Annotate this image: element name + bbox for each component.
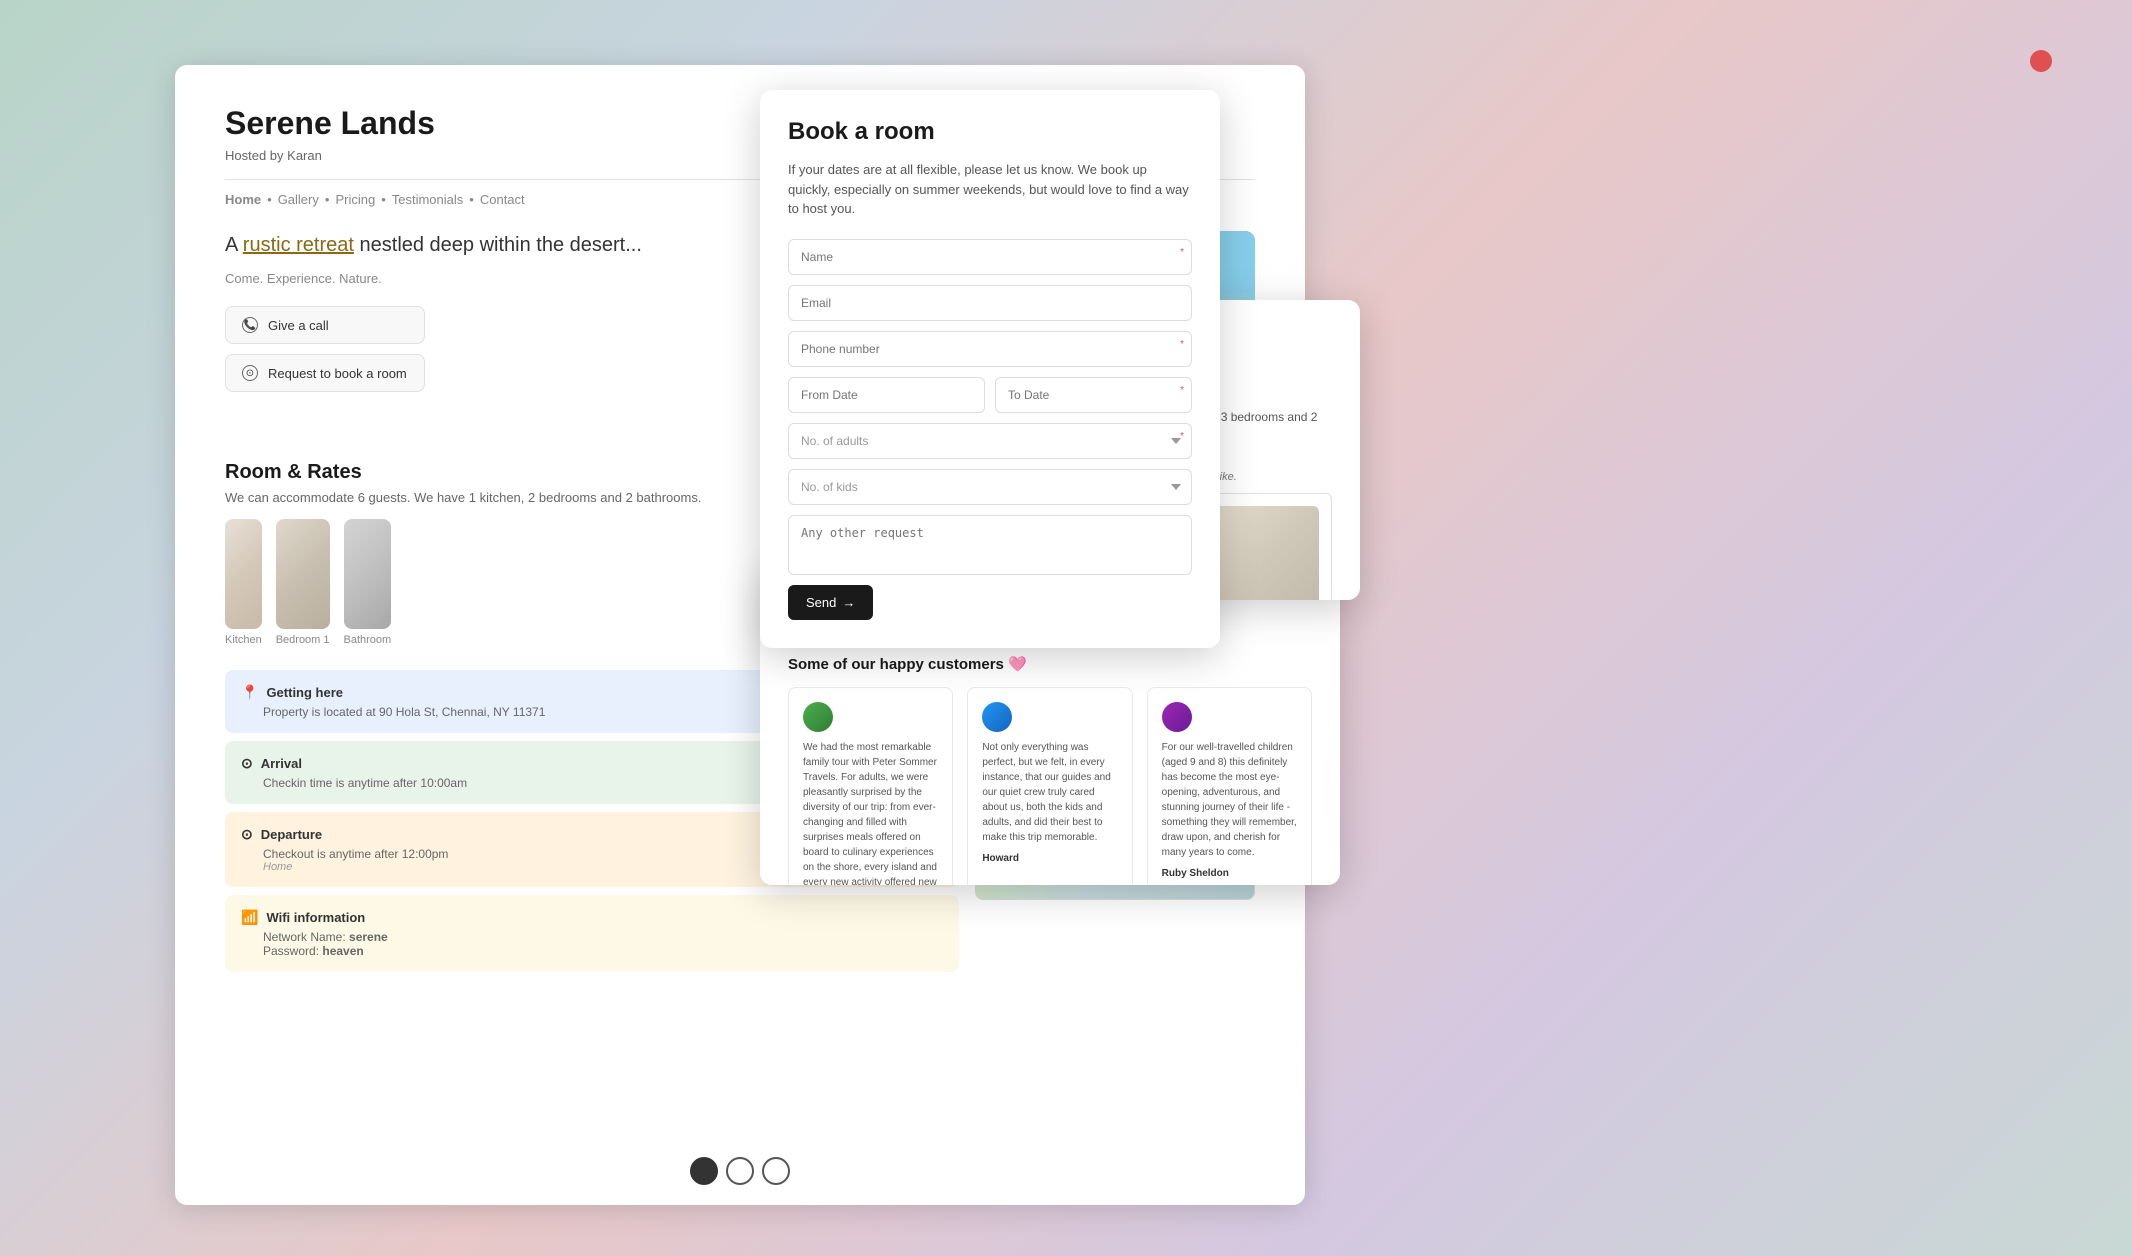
departure-icon: ⊙ [241, 826, 253, 843]
review-text-1: We had the most remarkable family tour w… [803, 740, 938, 885]
from-date-input[interactable] [788, 377, 985, 413]
book-form: * * * No. of adults [788, 239, 1192, 620]
kids-field-wrapper: No. of kids 0 1 2 3 [788, 469, 1192, 505]
avatar-ruby [803, 702, 833, 732]
review-card-2: Not only everything was perfect, but we … [967, 687, 1132, 885]
circle-icon: ⊙ [242, 365, 258, 381]
kitchen-label: Kitchen [225, 634, 262, 646]
call-button[interactable]: 📞 Give a call [225, 306, 425, 344]
nav-testimonials[interactable]: Testimonials [392, 192, 464, 207]
kitchen-image [225, 519, 262, 629]
review-card-1: We had the most remarkable family tour w… [788, 687, 953, 885]
adults-select[interactable]: No. of adults 1 2 3 4 5 6 [788, 423, 1192, 459]
getting-here-title: Getting here [266, 685, 343, 700]
name-field-wrapper: * [788, 239, 1192, 275]
other-request-input[interactable] [788, 515, 1192, 575]
book-desc: If your dates are at all flexible, pleas… [788, 160, 1192, 219]
bedroom-label: Bedroom 1 [276, 634, 330, 646]
adults-field-wrapper: No. of adults 1 2 3 4 5 6 * [788, 423, 1192, 459]
review-text-2: Not only everything was perfect, but we … [982, 740, 1117, 845]
wifi-icon: 📶 [241, 909, 258, 926]
name-required: * [1180, 247, 1184, 258]
arrival-title: Arrival [261, 756, 302, 771]
bedroom-image [276, 519, 330, 629]
nav-gallery[interactable]: Gallery [278, 192, 319, 207]
happy-customers-label: Some of our happy customers 🩷 [788, 655, 1312, 673]
arrow-icon: → [842, 595, 855, 610]
arrival-icon: ⊙ [241, 755, 253, 772]
avatar-ruby-2 [1162, 702, 1192, 732]
review-author-2: Howard [982, 853, 1117, 864]
phone-field-wrapper: * [788, 331, 1192, 367]
to-date-wrapper: * [995, 377, 1192, 413]
testimonial-cards: We had the most remarkable family tour w… [788, 687, 1312, 885]
phone-input[interactable] [788, 331, 1192, 367]
avatar-howard [982, 702, 1012, 732]
nav-pricing[interactable]: Pricing [335, 192, 375, 207]
pagination-dot-1[interactable] [690, 1157, 718, 1185]
email-field-wrapper [788, 285, 1192, 321]
pagination [690, 1157, 790, 1185]
request-book-button[interactable]: ⊙ Request to book a room [225, 354, 425, 392]
send-button[interactable]: Send → [788, 585, 873, 620]
phone-icon: 📞 [242, 317, 258, 333]
bathroom-image [344, 519, 392, 629]
from-date-wrapper [788, 377, 985, 413]
pagination-dot-3[interactable] [762, 1157, 790, 1185]
departure-title: Departure [261, 827, 322, 842]
book-panel: Book a room If your dates are at all fle… [760, 90, 1220, 648]
nav-home[interactable]: Home [225, 192, 261, 207]
review-text-3: For our well-travelled children (aged 9 … [1162, 740, 1297, 860]
kids-select[interactable]: No. of kids 0 1 2 3 [788, 469, 1192, 505]
to-date-input[interactable] [995, 377, 1192, 413]
bathroom-label: Bathroom [344, 634, 392, 646]
review-author-3: Ruby Sheldon [1162, 868, 1297, 879]
name-input[interactable] [788, 239, 1192, 275]
wifi-title: Wifi information [266, 910, 365, 925]
to-date-required: * [1180, 385, 1184, 396]
pagination-dot-2[interactable] [726, 1157, 754, 1185]
wifi-card: 📶 Wifi information Network Name: serene … [225, 895, 959, 972]
nav-contact[interactable]: Contact [480, 192, 525, 207]
phone-required: * [1180, 339, 1184, 350]
adults-required: * [1180, 431, 1184, 442]
review-card-3: For our well-travelled children (aged 9 … [1147, 687, 1312, 885]
book-title: Book a room [788, 118, 1192, 146]
wifi-network: Network Name: serene [241, 930, 943, 944]
wifi-password: Password: heaven [241, 944, 943, 958]
email-input[interactable] [788, 285, 1192, 321]
location-icon: 📍 [241, 684, 258, 701]
status-dot [2030, 50, 2052, 72]
